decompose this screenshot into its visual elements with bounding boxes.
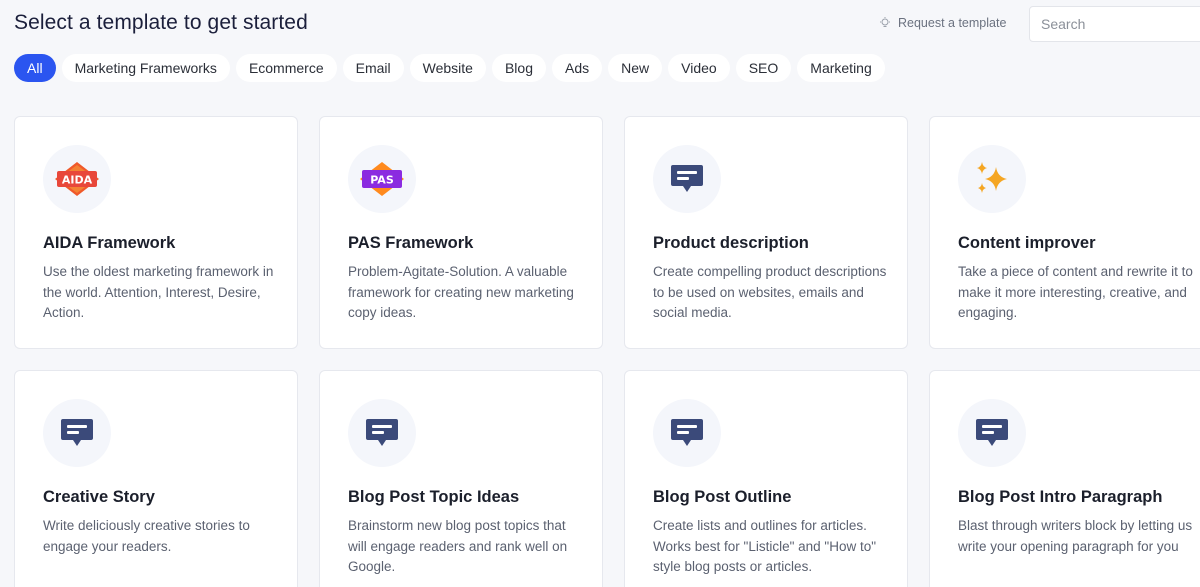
- card-description: Blast through writers block by letting u…: [958, 518, 1193, 554]
- card-description: Create lists and outlines for articles. …: [653, 518, 877, 574]
- request-template-label: Request a template: [898, 16, 1007, 30]
- card-icon-container: [958, 399, 1026, 467]
- card-icon-container: PAS: [348, 145, 416, 213]
- filter-chips: All Marketing Frameworks Ecommerce Email…: [14, 54, 885, 82]
- page-title: Select a template to get started: [14, 11, 308, 34]
- request-template-link[interactable]: Request a template: [879, 16, 1006, 30]
- card-title: Blog Post Outline: [653, 488, 792, 506]
- card-description: Write deliciously creative stories to en…: [43, 518, 250, 554]
- aida-badge-label: AIDA: [62, 174, 93, 187]
- header: Select a template to get started Request…: [0, 0, 1200, 48]
- pas-badge-icon: PAS: [360, 162, 404, 196]
- card-title: Blog Post Intro Paragraph: [958, 488, 1163, 506]
- filter-ecommerce[interactable]: Ecommerce: [235, 54, 337, 82]
- card-description: Create compelling product descriptions t…: [653, 264, 887, 320]
- template-card-product-description[interactable]: Product description Create compelling pr…: [624, 116, 908, 349]
- filter-blog[interactable]: Blog: [491, 54, 546, 82]
- aida-badge-icon: AIDA: [55, 162, 99, 196]
- card-icon-container: AIDA: [43, 145, 111, 213]
- filter-seo[interactable]: SEO: [735, 54, 792, 82]
- template-grid: AIDA AIDA Framework Use the oldest marke…: [14, 116, 1200, 587]
- sparkles-icon: [977, 162, 1007, 193]
- chat-bubble-icon: [976, 419, 1008, 446]
- card-icon-container: [653, 145, 721, 213]
- template-card-content-improver[interactable]: Content improver Take a piece of content…: [929, 116, 1200, 349]
- lightbulb-icon: [880, 17, 890, 27]
- search-input[interactable]: [1029, 6, 1200, 42]
- card-description: Use the oldest marketing framework in th…: [43, 264, 274, 320]
- filter-marketing[interactable]: Marketing: [797, 54, 885, 82]
- card-icon-container: [43, 399, 111, 467]
- filter-all[interactable]: All: [14, 54, 56, 82]
- chat-bubble-icon: [671, 419, 703, 446]
- card-icon-container: [653, 399, 721, 467]
- card-title: Content improver: [958, 234, 1096, 252]
- card-icon-container: [958, 145, 1026, 213]
- template-card-pas-framework[interactable]: PAS PAS Framework Problem-Agitate-Soluti…: [319, 116, 603, 349]
- filter-marketing-frameworks[interactable]: Marketing Frameworks: [61, 54, 230, 82]
- filter-new[interactable]: New: [608, 54, 663, 82]
- chat-bubble-icon: [366, 419, 398, 446]
- template-card-blog-post-topic-ideas[interactable]: Blog Post Topic Ideas Brainstorm new blo…: [319, 370, 603, 587]
- card-icon-container: [348, 399, 416, 467]
- template-card-blog-post-outline[interactable]: Blog Post Outline Create lists and outli…: [624, 370, 908, 587]
- card-title: AIDA Framework: [43, 234, 176, 252]
- card-title: PAS Framework: [348, 234, 474, 252]
- chat-bubble-icon: [61, 419, 93, 446]
- filter-video[interactable]: Video: [668, 54, 730, 82]
- template-card-blog-post-intro-paragraph[interactable]: Blog Post Intro Paragraph Blast through …: [929, 370, 1200, 587]
- pas-badge-label: PAS: [370, 174, 394, 187]
- card-title: Blog Post Topic Ideas: [348, 488, 520, 506]
- template-card-creative-story[interactable]: Creative Story Write deliciously creativ…: [14, 370, 298, 587]
- filter-ads[interactable]: Ads: [552, 54, 603, 82]
- filter-email[interactable]: Email: [342, 54, 404, 82]
- card-description: Problem-Agitate-Solution. A valuable fra…: [348, 264, 574, 320]
- template-card-aida-framework[interactable]: AIDA AIDA Framework Use the oldest marke…: [14, 116, 298, 349]
- card-title: Creative Story: [43, 488, 155, 506]
- card-title: Product description: [653, 234, 809, 252]
- card-description: Take a piece of content and rewrite it t…: [958, 264, 1193, 320]
- chat-bubble-icon: [671, 165, 703, 192]
- card-description: Brainstorm new blog post topics that wil…: [348, 518, 568, 574]
- filter-website[interactable]: Website: [409, 54, 486, 82]
